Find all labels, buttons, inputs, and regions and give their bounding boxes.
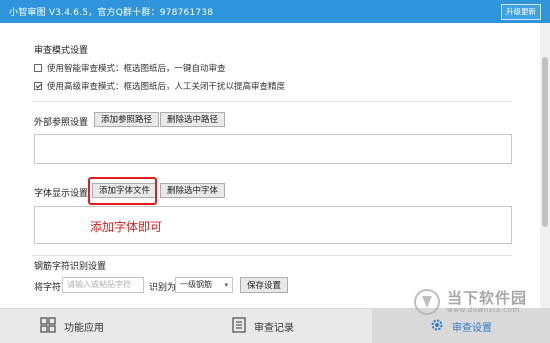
- review-mode-title: 审查模式设置: [34, 46, 89, 56]
- recognize-as-label: 识别为: [149, 283, 177, 293]
- nav-review-settings-label: 审查设置: [452, 322, 492, 334]
- settings-icon: [430, 318, 444, 335]
- watermark-text: 当下软件园: [447, 289, 528, 307]
- advanced-mode-checkbox[interactable]: [34, 82, 42, 90]
- scrollbar-thumb[interactable]: [542, 57, 548, 227]
- divider: [32, 101, 512, 102]
- rebar-grade-value: 一级钢筋: [180, 280, 212, 289]
- rebar-title: 钢筋字符识别设置: [34, 262, 107, 272]
- annotation-text: 添加字体即可: [90, 220, 163, 234]
- font-display-title: 字体显示设置: [34, 189, 89, 199]
- divider: [32, 255, 512, 256]
- delete-ref-path-button[interactable]: 删除选中路径: [160, 112, 226, 127]
- grid-icon: [40, 316, 56, 336]
- nav-review-records[interactable]: 审查记录: [232, 309, 372, 343]
- title-bar: 小智审图 V3.4.6.5，官方Q群十群：978761738 升级更新: [0, 0, 550, 23]
- app-title: 小智审图 V3.4.6.5，官方Q群十群：978761738: [9, 8, 214, 18]
- delete-font-button[interactable]: 删除选中字体: [160, 183, 226, 198]
- scrollbar-track[interactable]: [540, 23, 550, 308]
- highlight-box: [88, 177, 157, 205]
- smart-mode-label: 使用智能审查模式：框选图纸后，一键自动审查: [47, 64, 226, 74]
- nav-function-apps[interactable]: 功能应用: [40, 309, 180, 343]
- list-icon: [232, 316, 246, 336]
- nav-review-records-label: 审查记录: [254, 322, 294, 334]
- char-label: 将字符: [34, 283, 62, 293]
- smart-mode-option[interactable]: 使用智能审查模式：框选图纸后，一键自动审查: [34, 62, 226, 74]
- watermark-url: www.downxia.com: [447, 306, 520, 314]
- smart-mode-checkbox[interactable]: [34, 64, 42, 72]
- save-settings-button[interactable]: 保存设置: [240, 277, 289, 293]
- ref-path-list[interactable]: [34, 134, 512, 164]
- add-ref-path-button[interactable]: 添加参照路径: [94, 112, 160, 127]
- char-input[interactable]: 请输入或粘贴字符: [62, 277, 144, 293]
- chevron-down-icon: ▾: [224, 281, 228, 289]
- external-ref-title: 外部参照设置: [34, 118, 89, 128]
- watermark-logo-icon: [414, 289, 440, 315]
- advanced-mode-label: 使用高级审查模式：框选图纸后，人工关闭干扰以提高审查精度: [47, 82, 286, 92]
- upgrade-button[interactable]: 升级更新: [501, 4, 541, 20]
- advanced-mode-option[interactable]: 使用高级审查模式：框选图纸后，人工关闭干扰以提高审查精度: [34, 80, 285, 92]
- watermark: 当下软件园 www.downxia.com: [413, 287, 527, 317]
- nav-function-apps-label: 功能应用: [64, 322, 104, 334]
- rebar-grade-select[interactable]: 一级钢筋 ▾: [175, 277, 233, 293]
